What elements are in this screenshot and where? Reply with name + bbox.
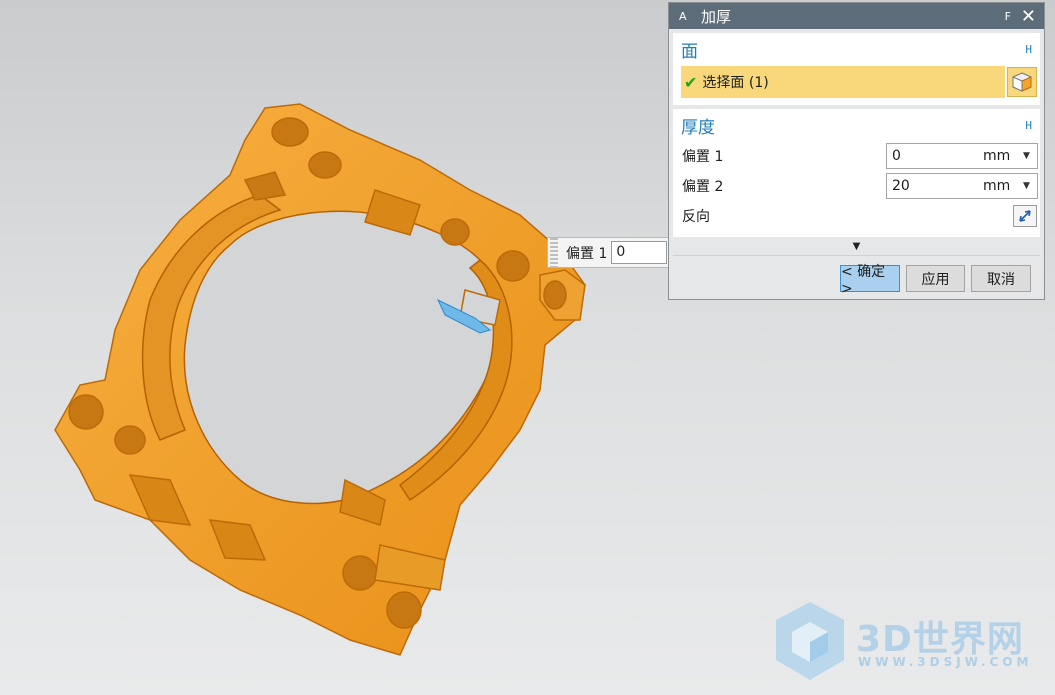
offset1-row: 偏置 1 0 mm ▼ — [682, 141, 1040, 171]
thickness-group: 厚度 H 偏置 1 0 mm ▼ 偏置 2 20 mm ▼ 反向 — [673, 109, 1040, 237]
dialog-menu-icon[interactable]: A — [679, 10, 693, 23]
cube-face-icon — [1012, 72, 1032, 92]
offset1-unit: mm — [983, 148, 1011, 164]
face-group: 面 H ✔ 选择面 (1) — [673, 33, 1040, 105]
thickness-group-header[interactable]: 厚度 H — [673, 109, 1040, 141]
orange-housing — [54, 103, 586, 656]
reverse-arrows-icon — [1019, 210, 1031, 222]
reverse-label: 反向 — [682, 209, 710, 225]
onscreen-offset-label: 偏置 1 — [566, 245, 608, 262]
thicken-dialog: A 加厚 F ✕ 面 H ✔ 选择面 (1) 厚度 H 偏置 1 0 mm ▼ … — [668, 2, 1045, 300]
dialog-titlebar[interactable]: A 加厚 F ✕ — [669, 3, 1044, 29]
offset2-label: 偏置 2 — [682, 179, 724, 195]
divider — [673, 255, 1040, 256]
cancel-button[interactable]: 取消 — [971, 265, 1031, 292]
more-options-expander[interactable]: ▼ — [669, 241, 1044, 255]
dialog-reset-icon[interactable]: F — [1005, 10, 1011, 23]
face-group-title: 面 — [681, 41, 698, 62]
select-face-row: ✔ 选择面 (1) — [681, 65, 1040, 105]
collapse-icon[interactable]: H — [1025, 43, 1032, 56]
collapse-icon[interactable]: H — [1025, 119, 1032, 132]
thickness-group-title: 厚度 — [681, 117, 715, 138]
offset2-field[interactable]: 20 mm ▼ — [886, 173, 1038, 199]
onscreen-offset-value[interactable]: 0 — [611, 241, 668, 264]
face-selection-button[interactable] — [1007, 67, 1037, 97]
reverse-row: 反向 — [682, 201, 1040, 237]
offset1-field[interactable]: 0 mm ▼ — [886, 143, 1038, 169]
chevron-down-icon[interactable]: ▼ — [1023, 151, 1037, 161]
offset2-unit: mm — [983, 178, 1011, 194]
reverse-direction-button[interactable] — [1013, 205, 1037, 227]
apply-button[interactable]: 应用 — [906, 265, 965, 292]
close-icon[interactable]: ✕ — [1021, 6, 1036, 27]
checkmark-icon: ✔ — [684, 72, 698, 92]
ok-button[interactable]: < 确定 > — [840, 264, 900, 297]
offset2-value[interactable]: 20 — [887, 178, 983, 194]
dialog-title: 加厚 — [701, 7, 732, 26]
dialog-buttons: < 确定 > 应用 取消 — [669, 264, 1031, 297]
select-face-label: 选择面 (1) — [702, 75, 769, 91]
watermark-cube-logo — [776, 602, 844, 680]
drag-grip[interactable] — [550, 238, 558, 267]
offset1-label: 偏置 1 — [682, 149, 724, 165]
face-group-header[interactable]: 面 H — [673, 33, 1040, 65]
offset2-row: 偏置 2 20 mm ▼ — [682, 171, 1040, 201]
offset1-value[interactable]: 0 — [887, 148, 983, 164]
select-face-field[interactable]: ✔ 选择面 (1) — [681, 66, 1005, 98]
chevron-down-icon[interactable]: ▼ — [1023, 181, 1037, 191]
watermark-url: WWW.3DSJW.COM — [858, 655, 1033, 669]
onscreen-offset-input: 偏置 1 0 — [547, 237, 669, 268]
